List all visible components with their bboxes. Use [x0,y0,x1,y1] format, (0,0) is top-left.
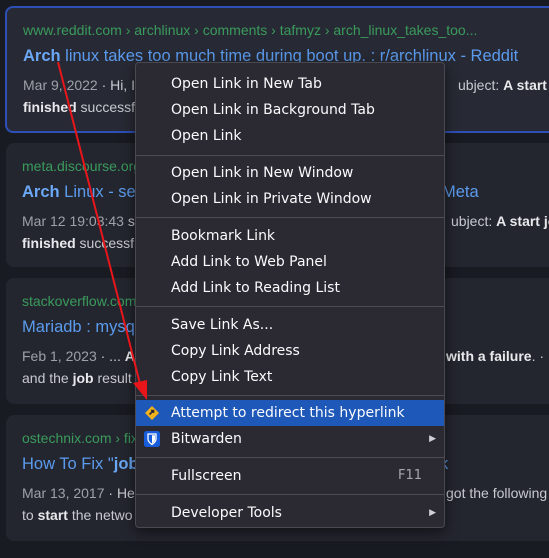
title-text-right: Meta [442,183,479,201]
snippet-date: Mar 13, 2017 [22,485,105,501]
snippet-text-right: ubject: [451,213,497,229]
snippet-bold-2: job [72,370,94,386]
menu-separator [136,155,444,156]
snippet-bold-right: A start job [496,213,549,229]
bitwarden-shield-icon [144,431,160,447]
snippet-text: s [123,213,135,229]
snippet-text: · He [104,485,135,501]
snippet-bold: finished [23,99,77,115]
snippet-text: · ... [96,348,125,364]
title-bold: Arch [22,183,60,201]
menu-item-developer-tools[interactable]: Developer Tools ▶ [136,500,444,526]
redirect-extension-icon [145,406,159,420]
menu-item-add-web-panel[interactable]: Add Link to Web Panel [136,249,444,275]
menu-item-open-link[interactable]: Open Link [136,123,444,149]
menu-item-bitwarden[interactable]: Bitwarden ▶ [136,426,444,452]
menu-item-add-reading-list[interactable]: Add Link to Reading List [136,275,444,301]
snippet-bold: A [124,348,135,364]
shortcut-label: F11 [397,468,422,483]
menu-item-bookmark-link[interactable]: Bookmark Link [136,223,444,249]
submenu-arrow-icon: ▶ [429,508,436,518]
menu-separator [136,457,444,458]
snippet-text-2: successf [76,99,136,115]
result-url[interactable]: www.reddit.com › archlinux › comments › … [23,21,547,39]
menu-item-redirect-hyperlink[interactable]: Attempt to redirect this hyperlink [136,400,444,426]
menu-item-open-background-tab[interactable]: Open Link in Background Tab [136,97,444,123]
snippet-text-2: the netwo [67,507,133,523]
snippet-date: Mar 9, 2022 [23,77,98,93]
menu-item-copy-link-address[interactable]: Copy Link Address [136,338,444,364]
menu-item-label: Bitwarden [171,431,242,447]
snippet-text-2a: and the [22,370,73,386]
snippet-date: Mar 12 19:03:43 [22,213,124,229]
menu-item-label: Attempt to redirect this hyperlink [171,405,405,421]
snippet-text: · Hi, I [97,77,136,93]
snippet-text-right: ubject: [458,77,504,93]
title-text: How To Fix " [22,455,114,473]
snippet-text-right: . · · [531,348,549,364]
menu-separator [136,217,444,218]
snippet-bold-right: A start jo [503,77,549,93]
snippet-bold-right: with a failure [446,348,532,364]
menu-item-save-link-as[interactable]: Save Link As... [136,312,444,338]
snippet-text-2: result [93,370,132,386]
snippet-date: Feb 1, 2023 [22,348,97,364]
menu-separator [136,494,444,495]
snippet-text-right: got the following [446,485,548,501]
context-menu: Open Link in New Tab Open Link in Backgr… [135,62,445,528]
menu-item-label: Fullscreen [171,468,242,484]
menu-separator [136,395,444,396]
menu-item-copy-link-text[interactable]: Copy Link Text [136,364,444,390]
snippet-bold: finished [22,235,76,251]
menu-item-open-new-window[interactable]: Open Link in New Window [136,160,444,186]
title-bold: Arch [23,47,61,65]
menu-item-fullscreen[interactable]: Fullscreen F11 [136,463,444,489]
snippet-text-2a: to [22,507,38,523]
title-text: Linux - ser [59,183,142,201]
snippet-bold-2: start [37,507,68,523]
menu-separator [136,306,444,307]
submenu-arrow-icon: ▶ [429,434,436,444]
menu-item-label: Developer Tools [171,505,282,521]
menu-item-open-new-tab[interactable]: Open Link in New Tab [136,71,444,97]
snippet-text-2: successf [75,235,135,251]
menu-item-open-private-window[interactable]: Open Link in Private Window [136,186,444,212]
